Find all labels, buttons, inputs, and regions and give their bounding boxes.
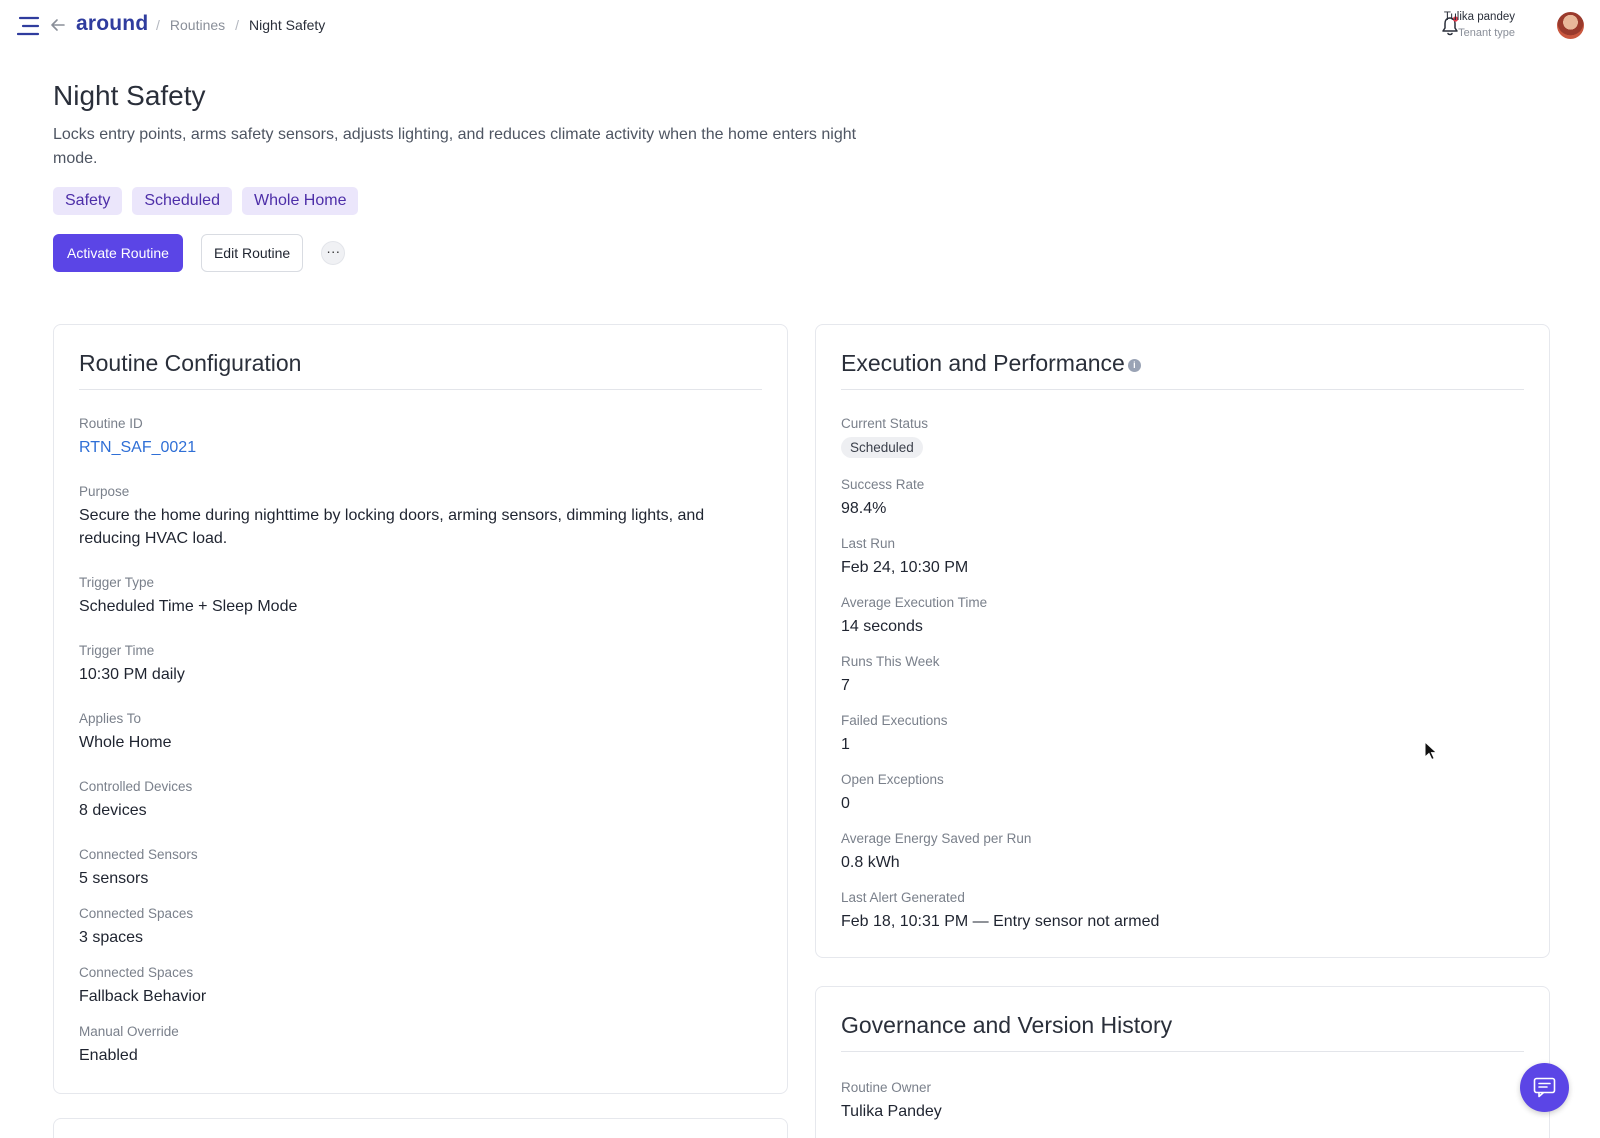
execution-performance-card: Execution and Performance i Current Statu… [815, 324, 1550, 958]
page-title: Night Safety [53, 80, 206, 111]
field-routine-id: Routine ID RTN_SAF_0021 [79, 415, 196, 459]
field-label: Average Energy Saved per Run [841, 831, 1032, 846]
field-label: Last Run [841, 536, 896, 551]
logo[interactable]: around [76, 12, 148, 36]
field-value: 7 [841, 677, 850, 694]
field-value: 0.8 kWh [841, 854, 900, 871]
field-label: Last Alert Generated [841, 890, 965, 905]
field-trigger-type: Trigger Type Scheduled Time + Sleep Mode [79, 574, 297, 618]
field-manual-override: Manual Override Enabled [79, 1023, 179, 1067]
edit-routine-button[interactable]: Edit Routine [200, 234, 304, 272]
field-value: Secure the home during nighttime by lock… [79, 507, 705, 547]
divider [79, 389, 762, 390]
breadcrumb-routines[interactable]: Routines [170, 17, 225, 33]
field-value: 0 [841, 795, 850, 812]
card-title: Execution and Performance i [841, 350, 1141, 377]
chat-icon [1533, 1077, 1556, 1098]
tag-scheduled: Scheduled [132, 187, 232, 215]
field-runs-this-week: Runs This Week 7 [841, 653, 940, 697]
field-label: Connected Spaces [79, 906, 194, 921]
field-value: Scheduled Time + Sleep Mode [79, 598, 298, 615]
breadcrumb-separator: / [156, 17, 160, 33]
user-name: Tulika pandey [1443, 11, 1515, 23]
field-trigger-time: Trigger Time 10:30 PM daily [79, 642, 185, 686]
field-label: Runs This Week [841, 654, 940, 669]
field-label: Routine ID [79, 416, 143, 431]
divider [841, 1051, 1524, 1052]
field-success-rate: Success Rate 98.4% [841, 476, 924, 520]
field-value: 98.4% [841, 500, 887, 517]
field-value: 10:30 PM daily [79, 666, 185, 683]
field-routine-owner: Routine Owner Tulika Pandey [841, 1079, 942, 1123]
mouse-cursor-icon [1424, 741, 1438, 761]
field-value: Fallback Behavior [79, 988, 207, 1005]
menu-icon[interactable] [17, 15, 41, 37]
card-title-text: Execution and Performance [841, 350, 1125, 376]
field-current-status: Current Status Scheduled [841, 415, 928, 458]
field-last-alert: Last Alert Generated Feb 18, 10:31 PM — … [841, 889, 1159, 933]
field-last-run: Last Run Feb 24, 10:30 PM [841, 535, 968, 579]
field-label: Trigger Time [79, 643, 155, 658]
field-label: Connected Spaces [79, 965, 194, 980]
action-bar: Activate Routine Edit Routine ··· [53, 234, 346, 272]
field-average-execution-time: Average Execution Time 14 seconds [841, 594, 987, 638]
field-value: Enabled [79, 1047, 138, 1064]
tag-list: Safety Scheduled Whole Home [53, 187, 359, 215]
tag-safety: Safety [53, 187, 123, 215]
user-role: Tenant type [1458, 27, 1515, 39]
more-icon[interactable]: ··· [321, 241, 346, 265]
field-fallback-behavior: Connected Spaces Fallback Behavior [79, 964, 206, 1008]
field-value: 3 spaces [79, 929, 144, 946]
card-title: Routine Configuration [79, 350, 302, 376]
field-value: Feb 24, 10:30 PM [841, 559, 969, 576]
field-connected-sensors: Connected Sensors 5 sensors [79, 846, 198, 890]
field-label: Connected Sensors [79, 847, 198, 862]
avatar[interactable] [1557, 12, 1584, 39]
field-connected-spaces: Connected Spaces 3 spaces [79, 905, 193, 949]
field-label: Purpose [79, 484, 130, 499]
breadcrumb-separator: / [235, 17, 240, 33]
field-value: 8 devices [79, 802, 147, 819]
card-title: Governance and Version History [841, 1012, 1173, 1038]
divider [841, 389, 1524, 390]
next-card [53, 1118, 788, 1138]
user-info[interactable]: Tulika pandey Tenant type [1444, 10, 1515, 41]
breadcrumb: / Routines / Night Safety [156, 17, 325, 33]
field-label: Open Exceptions [841, 772, 944, 787]
field-energy-saved: Average Energy Saved per Run 0.8 kWh [841, 830, 1031, 874]
field-value: 1 [841, 736, 850, 753]
field-label: Current Status [841, 416, 929, 431]
field-failed-executions: Failed Executions 1 [841, 712, 948, 756]
field-purpose: Purpose Secure the home during nighttime… [79, 483, 759, 550]
back-arrow-icon[interactable] [49, 16, 67, 34]
page-description: Locks entry points, arms safety sensors,… [53, 126, 857, 167]
field-label: Failed Executions [841, 713, 948, 728]
field-label: Success Rate [841, 477, 925, 492]
field-label: Average Execution Time [841, 595, 988, 610]
field-value: 14 seconds [841, 618, 923, 635]
governance-card: Governance and Version History Routine O… [815, 986, 1550, 1138]
field-label: Trigger Type [79, 575, 155, 590]
field-controlled-devices: Controlled Devices 8 devices [79, 778, 192, 822]
field-value: Tulika Pandey [841, 1103, 942, 1120]
field-label: Applies To [79, 711, 142, 726]
routine-id-link[interactable]: RTN_SAF_0021 [79, 436, 196, 459]
field-value: Whole Home [79, 734, 172, 751]
field-value: 5 sensors [79, 870, 149, 887]
routine-configuration-card: Routine Configuration Routine ID RTN_SAF… [53, 324, 788, 1094]
info-icon[interactable]: i [1127, 359, 1141, 372]
field-label: Routine Owner [841, 1080, 932, 1095]
top-bar: around / Routines / Night Safety Tulika … [0, 0, 1600, 52]
activate-routine-button[interactable]: Activate Routine [53, 234, 183, 272]
status-badge: Scheduled [841, 437, 923, 458]
chat-button[interactable] [1520, 1063, 1569, 1112]
field-label: Controlled Devices [79, 779, 193, 794]
field-value: Feb 18, 10:31 PM — Entry sensor not arme… [841, 913, 1160, 930]
breadcrumb-current: Night Safety [249, 17, 326, 33]
field-label: Manual Override [79, 1024, 179, 1039]
tag-whole-home: Whole Home [241, 187, 359, 215]
field-open-exceptions: Open Exceptions 0 [841, 771, 944, 815]
field-applies-to: Applies To Whole Home [79, 710, 171, 754]
